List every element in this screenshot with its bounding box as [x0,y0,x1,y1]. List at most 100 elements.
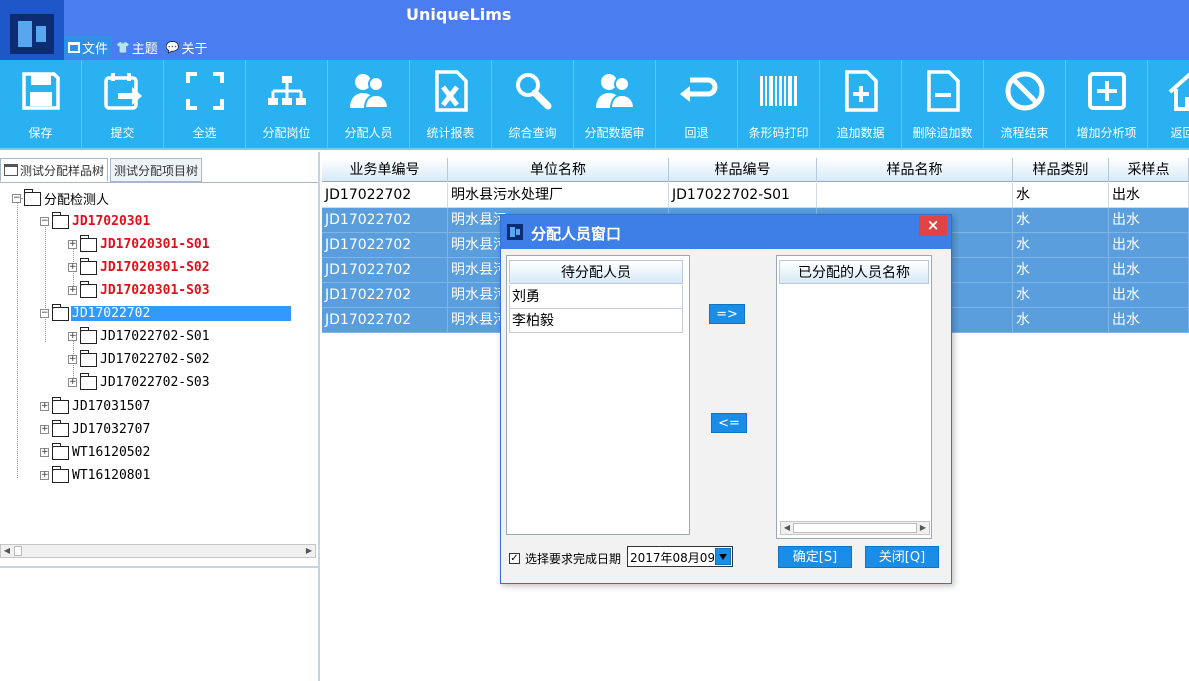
tree-node[interactable]: + JD17032707 [40,419,151,440]
tree-node[interactable]: + JD17022702-S01 [68,326,211,347]
column-header[interactable]: 样品编号 [669,158,817,182]
list-item[interactable]: 刘勇 [509,285,683,309]
tree-node[interactable]: + JD17022702-S02 [68,349,211,370]
tree-node[interactable]: + JD17031507 [40,396,151,417]
assigned-staff-list[interactable]: 已分配的人员名称 ◀ ▶ [776,255,932,539]
assign-move-right-button[interactable]: => [709,304,745,324]
close-button[interactable]: 关闭[Q] [865,546,939,568]
column-header[interactable]: 样品名称 [817,158,1013,182]
toolbar-report-button[interactable]: 统计报表 [410,60,492,148]
tree-node-root[interactable]: − 分配检测人 [12,188,110,209]
due-date-checkbox[interactable]: ✓ [509,553,520,564]
toolbar-add-analysis-button[interactable]: 增加分析项 [1066,60,1148,148]
expand-icon[interactable]: + [68,286,77,295]
table-row[interactable]: JD17022702 明水县污水处理厂 JD17022702-S01 水 出水 [322,183,1189,208]
expand-icon[interactable]: + [40,402,49,411]
scroll-right-icon[interactable]: ▶ [303,545,315,557]
expand-icon[interactable]: + [40,448,49,457]
folder-icon [79,234,97,252]
menu-about[interactable]: 💬 关于 [162,36,212,58]
collapse-icon[interactable]: − [40,217,49,226]
scroll-thumb[interactable] [14,546,22,556]
scroll-thumb[interactable] [793,523,917,533]
toolbar-select-all-button[interactable]: 全选 [164,60,246,148]
folder-icon [51,419,69,437]
tree-node-label: JD17022702-S03 [100,375,210,390]
toolbar-assign-staff-button[interactable]: 分配人员 [328,60,410,148]
expand-icon[interactable]: + [68,378,77,387]
sample-tree: − 分配检测人 − JD17020301 + JD17020301-S01 + … [0,182,318,558]
assign-move-left-button[interactable]: <= [711,413,747,433]
due-date-label: 选择要求完成日期 [525,552,622,566]
table-cell: 出水 [1109,233,1189,258]
folder-icon [23,188,41,206]
tree-node[interactable]: + JD17020301-S02 [68,257,211,278]
collapse-icon[interactable]: − [40,309,49,318]
tree-node[interactable]: − JD17020301 [40,211,151,232]
tree-node-label: JD17031507 [72,399,151,414]
assigned-list-scrollbar[interactable]: ◀ ▶ [780,521,930,535]
scroll-left-icon[interactable]: ◀ [1,545,13,557]
toolbar-end-flow-button[interactable]: 流程结束 [984,60,1066,148]
toolbar-label: 分配岗位 [262,126,311,140]
dialog-title: 分配人员窗口 [531,225,622,243]
toolbar-assign-post-button[interactable]: 分配岗位 [246,60,328,148]
tree-node[interactable]: + JD17020301-S01 [68,234,211,255]
expand-icon[interactable]: + [68,240,77,249]
toolbar-home-button[interactable]: 返回主 [1148,60,1189,148]
menu-file[interactable]: 文件 [64,36,113,58]
expand-icon[interactable]: + [68,332,77,341]
table-cell [817,183,1013,208]
pending-staff-header: 待分配人员 [509,260,683,284]
toolbar-assign-review-button[interactable]: 分配数据审 [574,60,656,148]
table-cell: 水 [1013,283,1109,308]
tab-sample-tree-label: 测试分配样品树 [20,163,105,178]
tree-horizontal-scrollbar[interactable]: ◀ ▶ [0,544,316,558]
expand-icon[interactable]: + [68,355,77,364]
toolbar-barcode-button[interactable]: 条形码打印 [738,60,820,148]
toolbar-label: 分配数据审 [584,126,645,140]
toolbar-append-data-button[interactable]: 追加数据 [820,60,902,148]
toolbar: 保存 提交 全选 分配岗位 分配人员 统计报表 综合查询 分配数据审 回退 条形… [0,60,1189,150]
table-cell: 出水 [1109,258,1189,283]
confirm-button[interactable]: 确定[S] [778,546,852,568]
collapse-icon[interactable]: − [12,194,21,203]
info-icon: 💬 [165,40,180,54]
scroll-left-icon[interactable]: ◀ [781,522,793,534]
tree-node[interactable]: + WT16120801 [40,465,151,486]
table-cell: JD17022702-S01 [669,183,817,208]
dialog-close-button[interactable]: × [919,216,947,236]
column-header[interactable]: 单位名称 [448,158,669,182]
column-header[interactable]: 采样点 [1109,158,1189,182]
scroll-right-icon[interactable]: ▶ [917,522,929,534]
dialog-title-bar[interactable]: 分配人员窗口 × [501,215,951,249]
tree-node[interactable]: + WT16120502 [40,442,151,463]
tab-project-tree-label: 测试分配项目树 [114,163,199,178]
column-header[interactable]: 业务单编号 [322,158,448,182]
dropdown-arrow-icon[interactable] [715,548,731,565]
expand-icon[interactable]: + [40,471,49,480]
tree-node-label: JD17020301-S02 [100,260,210,275]
tree-node-selected[interactable]: − JD17022702 [40,303,291,324]
tree-node[interactable]: + JD17022702-S03 [68,372,211,393]
expand-icon[interactable]: + [40,425,49,434]
expand-icon[interactable]: + [68,263,77,272]
column-header[interactable]: 样品类别 [1013,158,1109,182]
tree-node[interactable]: + JD17020301-S03 [68,280,211,301]
list-item[interactable]: 李柏毅 [509,309,683,333]
toolbar-back-button[interactable]: 回退 [656,60,738,148]
menu-theme[interactable]: 👕 主题 [112,36,162,58]
barcode-icon [758,70,800,112]
tree-node-label: 分配检测人 [44,193,110,208]
table-cell: 水 [1013,208,1109,233]
toolbar-submit-button[interactable]: 提交 [82,60,164,148]
toolbar-delete-append-button[interactable]: 删除追加数 [902,60,984,148]
tab-sample-tree[interactable]: 测试分配样品树 [0,158,109,182]
table-cell: 水 [1013,258,1109,283]
due-date-value: 2017年08月09日 [630,551,714,565]
due-date-picker[interactable]: 2017年08月09日 [627,546,733,567]
toolbar-save-button[interactable]: 保存 [0,60,82,148]
pending-staff-list[interactable]: 待分配人员 刘勇 李柏毅 [506,255,690,535]
tab-project-tree[interactable]: 测试分配项目树 [110,158,203,182]
toolbar-query-button[interactable]: 综合查询 [492,60,574,148]
